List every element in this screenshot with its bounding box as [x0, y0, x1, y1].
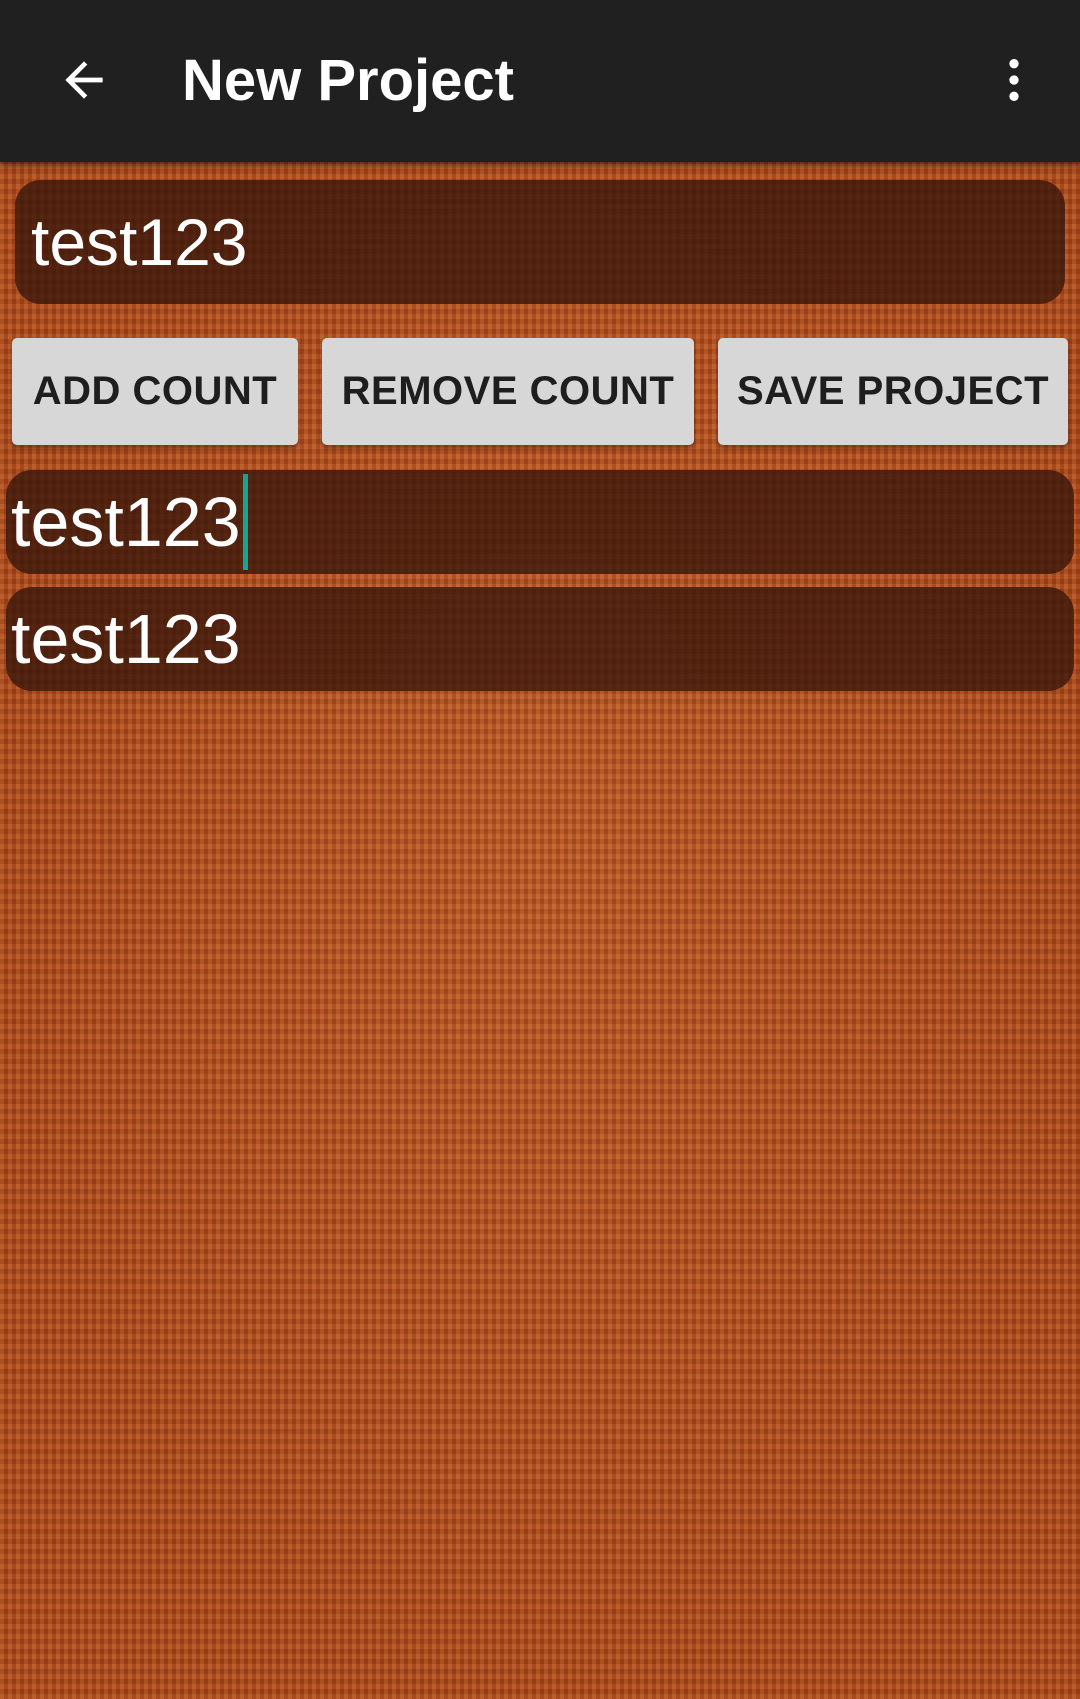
more-vert-icon [986, 52, 1042, 113]
counter-field-value: test123 [11, 600, 241, 678]
remove-count-button[interactable]: REMOVE COUNT [322, 338, 694, 445]
project-name-value: test123 [31, 205, 248, 279]
arrow-left-icon [56, 52, 112, 113]
counter-field[interactable]: test123 [6, 587, 1074, 691]
knit-background: test123 ADD COUNT REMOVE COUNT SAVE PROJ… [0, 162, 1080, 1699]
save-project-button[interactable]: SAVE PROJECT [718, 338, 1068, 445]
text-caret [242, 474, 248, 570]
overflow-menu-button[interactable] [968, 36, 1060, 128]
counter-field[interactable]: test123 [6, 470, 1074, 574]
add-count-button[interactable]: ADD COUNT [12, 338, 298, 445]
page-title: New Project [182, 48, 514, 113]
project-name-field[interactable]: test123 [15, 180, 1065, 304]
counter-field-value: test123 [11, 483, 241, 561]
back-button[interactable] [38, 36, 130, 128]
app-bar: New Project [0, 0, 1080, 162]
